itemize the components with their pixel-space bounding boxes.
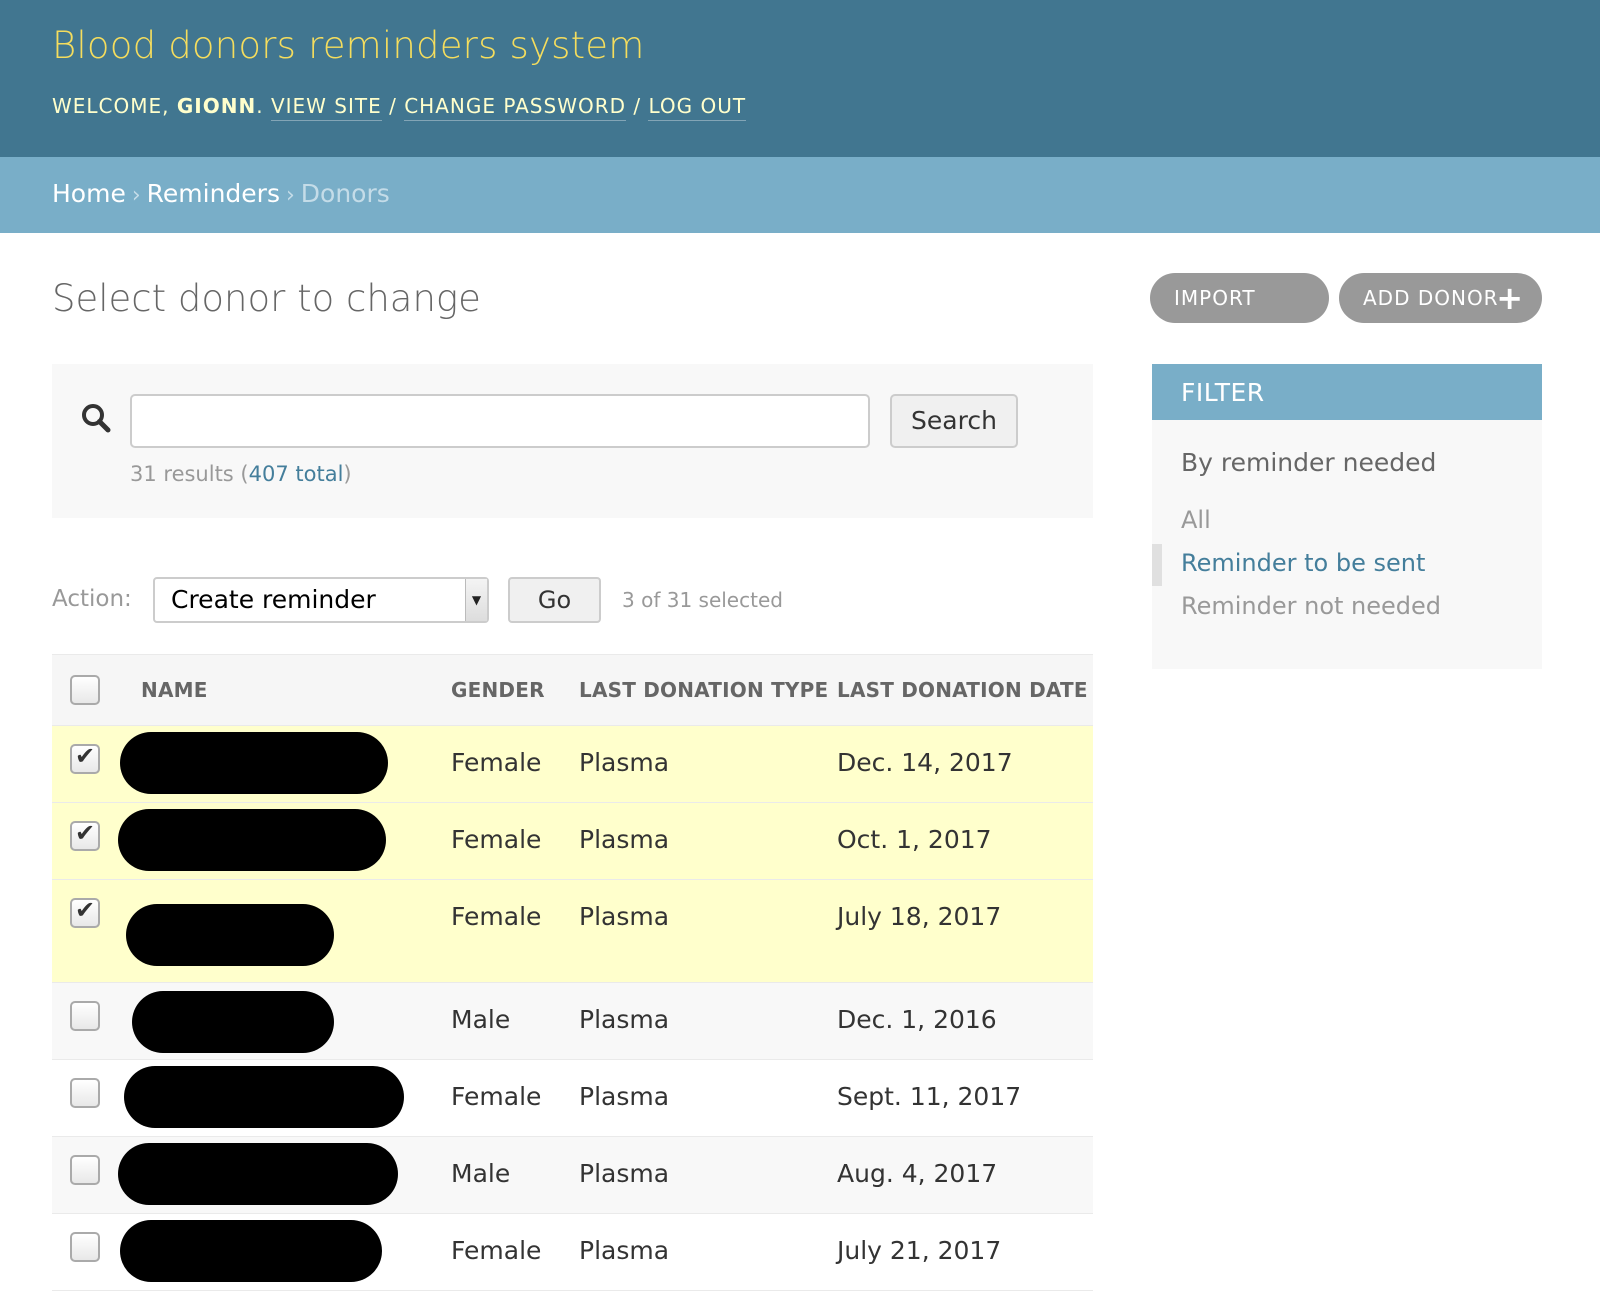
row-checkbox[interactable]: [70, 1232, 100, 1262]
table-header-row: NAME GENDER LAST DONATION TYPE LAST DONA…: [52, 654, 1093, 726]
redacted-name[interactable]: [132, 991, 334, 1053]
plus-icon: +: [1496, 279, 1524, 317]
redacted-name[interactable]: [118, 809, 386, 871]
breadcrumb-current: Donors: [300, 179, 390, 208]
breadcrumb: Home › Reminders › Donors: [0, 157, 1600, 233]
cell-gender: Male: [451, 1136, 579, 1214]
table-row[interactable]: Male Plasma Aug. 4, 2017: [52, 1136, 1093, 1214]
select-all-cell: [52, 654, 118, 726]
cell-donation-type: Plasma: [579, 1059, 837, 1137]
action-label: Action:: [52, 586, 132, 612]
column-header-donation-date[interactable]: LAST DONATION DATE: [837, 654, 1093, 726]
add-donor-label: ADD DONOR: [1363, 286, 1499, 310]
cell-donation-type: Plasma: [579, 725, 837, 803]
search-icon: [82, 404, 111, 433]
table-row[interactable]: Female Plasma July 21, 2017: [52, 1213, 1093, 1291]
filter-title: FILTER: [1152, 364, 1542, 420]
import-csv-button[interactable]: IMPORT CSV: [1150, 273, 1329, 360]
user-tools: WELCOME, GIONN. VIEW SITE / CHANGE PASSW…: [52, 94, 747, 121]
redacted-name[interactable]: [126, 904, 334, 966]
cell-donation-type: Plasma: [579, 1136, 837, 1214]
cell-donation-date: July 18, 2017: [837, 879, 1093, 983]
page-title: Select donor to change: [52, 277, 481, 320]
log-out-link[interactable]: LOG OUT: [648, 94, 747, 121]
search-results-count: 31 results (407 total): [130, 462, 352, 486]
cell-gender: Female: [451, 1213, 579, 1291]
separator: /: [389, 94, 397, 118]
redacted-name[interactable]: [120, 732, 388, 794]
selected-count: 3 of 31 selected: [622, 588, 783, 612]
cell-gender: Female: [451, 802, 579, 880]
action-selected-option: Create reminder: [171, 585, 376, 614]
column-header-name[interactable]: NAME: [118, 654, 451, 726]
breadcrumb-separator: ›: [285, 183, 295, 208]
filter-subtitle: By reminder needed: [1181, 448, 1437, 477]
go-button[interactable]: Go: [508, 577, 601, 623]
filter-option-all[interactable]: All: [1181, 506, 1211, 534]
cell-donation-date: Dec. 14, 2017: [837, 725, 1093, 803]
action-select[interactable]: Create reminder ▼: [153, 577, 489, 623]
view-site-link[interactable]: VIEW SITE: [270, 94, 382, 121]
cell-gender: Male: [451, 982, 579, 1060]
row-checkbox[interactable]: [70, 1078, 100, 1108]
row-checkbox[interactable]: [70, 896, 100, 928]
dropdown-arrow-icon: ▼: [465, 579, 487, 621]
row-checkbox[interactable]: [70, 1155, 100, 1185]
row-checkbox[interactable]: [70, 1001, 100, 1031]
filter-selected-indicator: [1152, 544, 1162, 586]
separator: /: [633, 94, 642, 118]
column-header-donation-type[interactable]: LAST DONATION TYPE: [579, 654, 837, 726]
total-results-link[interactable]: 407 total: [249, 462, 344, 486]
cell-donation-type: Plasma: [579, 1213, 837, 1291]
filter-option-to-be-sent[interactable]: Reminder to be sent: [1181, 549, 1425, 577]
cell-donation-type: Plasma: [579, 982, 837, 1060]
table-row[interactable]: Male Plasma Dec. 1, 2016: [52, 982, 1093, 1060]
table-row[interactable]: Female Plasma Sept. 11, 2017: [52, 1059, 1093, 1137]
search-input[interactable]: [130, 394, 870, 448]
results-count-text: 31 results (: [130, 462, 249, 486]
redacted-name[interactable]: [124, 1066, 404, 1128]
table-row[interactable]: Female Plasma July 18, 2017: [52, 879, 1093, 983]
filter-panel: FILTER By reminder needed All Reminder t…: [1152, 364, 1542, 669]
cell-donation-type: Plasma: [579, 802, 837, 880]
select-all-checkbox[interactable]: [70, 675, 100, 705]
table-row[interactable]: Female Plasma Oct. 1, 2017: [52, 802, 1093, 880]
search-button[interactable]: Search: [890, 394, 1018, 448]
row-checkbox[interactable]: [70, 819, 100, 851]
redacted-name[interactable]: [118, 1143, 398, 1205]
cell-donation-date: July 21, 2017: [837, 1213, 1093, 1291]
column-header-gender[interactable]: GENDER: [451, 654, 579, 726]
site-branding[interactable]: Blood donors reminders system: [52, 24, 645, 67]
cell-gender: Female: [451, 1059, 579, 1137]
breadcrumb-separator: ›: [131, 183, 141, 208]
results-suffix: ): [343, 462, 352, 486]
redacted-name[interactable]: [120, 1220, 382, 1282]
cell-donation-date: Oct. 1, 2017: [837, 802, 1093, 880]
cell-gender: Female: [451, 879, 579, 983]
welcome-text: WELCOME,: [52, 94, 170, 118]
breadcrumb-home[interactable]: Home: [52, 179, 126, 208]
breadcrumb-reminders[interactable]: Reminders: [147, 179, 280, 208]
change-password-link[interactable]: CHANGE PASSWORD: [404, 94, 627, 121]
row-checkbox[interactable]: [70, 742, 100, 774]
cell-donation-date: Sept. 11, 2017: [837, 1059, 1093, 1137]
results-table: NAME GENDER LAST DONATION TYPE LAST DONA…: [52, 654, 1093, 1291]
username: GIONN: [176, 94, 257, 118]
cell-donation-type: Plasma: [579, 879, 837, 983]
filter-option-not-needed[interactable]: Reminder not needed: [1181, 592, 1441, 620]
cell-gender: Female: [451, 725, 579, 803]
cell-donation-date: Aug. 4, 2017: [837, 1136, 1093, 1214]
site-header: Blood donors reminders system WELCOME, G…: [0, 0, 1600, 157]
cell-donation-date: Dec. 1, 2016: [837, 982, 1093, 1060]
actions-bar: Action: Create reminder ▼ Go 3 of 31 sel…: [52, 577, 1093, 627]
add-donor-button[interactable]: ADD DONOR +: [1339, 273, 1542, 323]
search-toolbar: Search 31 results (407 total): [52, 364, 1093, 518]
table-row[interactable]: Female Plasma Dec. 14, 2017: [52, 725, 1093, 803]
